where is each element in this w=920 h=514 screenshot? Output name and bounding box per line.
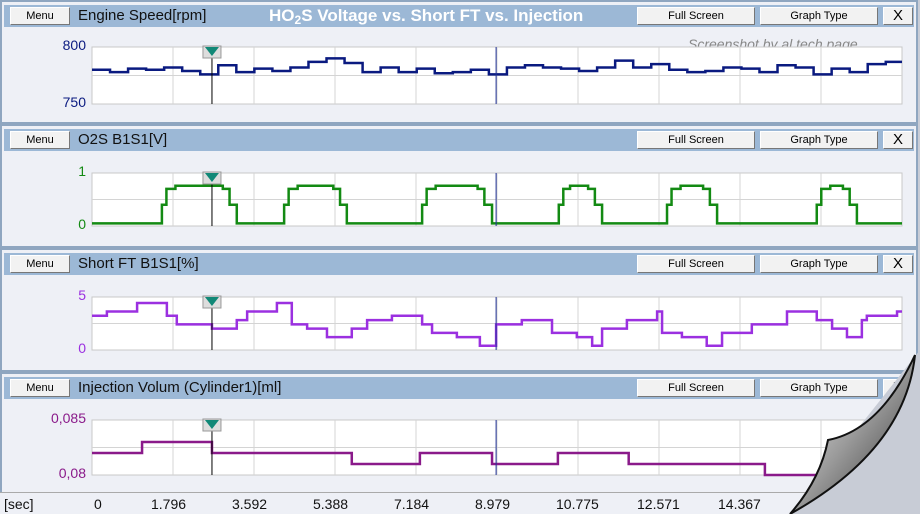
x-tick-label: 3.592 bbox=[232, 496, 268, 512]
x-tick-label: 0 bbox=[94, 496, 102, 512]
x-axis-unit: [sec] bbox=[4, 496, 34, 512]
graph-panel-2: Menu O2S B1S1[V] Full Screen Graph Type … bbox=[0, 124, 918, 248]
x-tick-label: 8.979 bbox=[475, 496, 511, 512]
chart-2 bbox=[91, 171, 903, 227]
x-tick-label: 5.388 bbox=[313, 496, 349, 512]
x-tick-label: 12.571 bbox=[637, 496, 680, 512]
x-tick-label: 10.775 bbox=[556, 496, 599, 512]
chart-1 bbox=[91, 45, 903, 105]
x-axis: [sec] 0 1.796 3.592 5.388 7.184 8.979 10.775 12… bbox=[0, 492, 920, 514]
graph-panel-1: Menu Engine Speed[rpm] HO2S Voltage vs. … bbox=[0, 0, 918, 124]
x-tick-label: 7.184 bbox=[394, 496, 430, 512]
x-tick-label: 14.367 bbox=[718, 496, 761, 512]
graph-panel-4: Menu Injection Volum (Cylinder1)[ml] Ful… bbox=[0, 372, 918, 496]
graph-panel-3: Menu Short FT B1S1[%] Full Screen Graph … bbox=[0, 248, 918, 372]
x-tick-label: 16.1 bbox=[799, 496, 827, 512]
x-tick-label: 1.796 bbox=[151, 496, 187, 512]
chart-4 bbox=[91, 418, 903, 477]
chart-3 bbox=[91, 295, 903, 351]
